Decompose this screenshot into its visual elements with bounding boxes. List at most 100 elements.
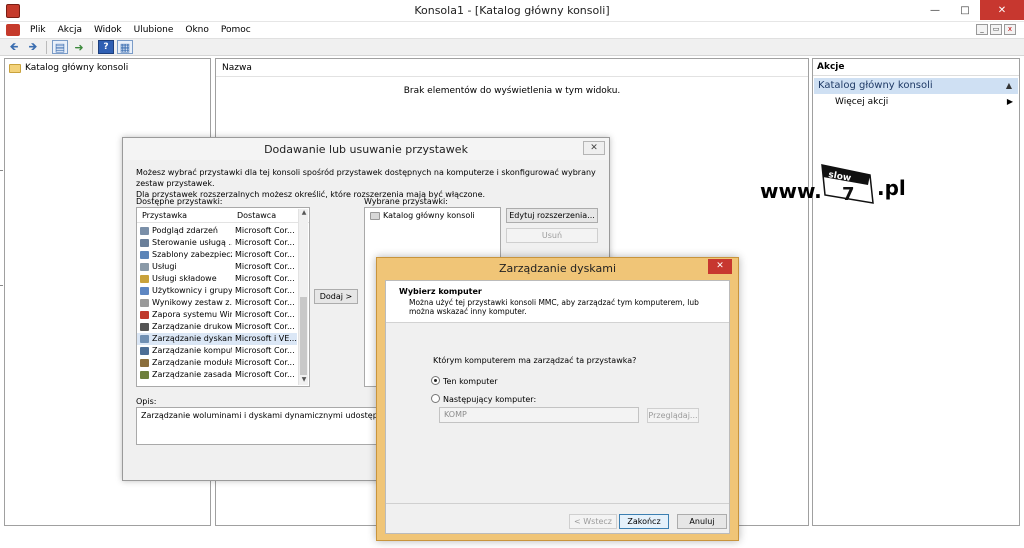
maximize-button[interactable]: □ <box>950 0 980 20</box>
scroll-down-arrow-icon[interactable]: ▼ <box>299 376 309 385</box>
radio-this-computer-label[interactable]: Ten komputer <box>443 377 498 386</box>
minimize-button[interactable]: — <box>920 0 950 20</box>
tree-item-label: Katalog główny konsoli <box>25 63 129 73</box>
menu-favorites[interactable]: Ulubione <box>128 25 180 35</box>
snapin-row[interactable]: Sterowanie usługą ... Microsoft Cor... <box>137 237 297 249</box>
snapin-name: Podgląd zdarzeń <box>152 226 218 235</box>
footer-separator <box>386 503 729 504</box>
dialog-close-button[interactable]: ✕ <box>708 259 732 274</box>
logo-box-number: 7 <box>842 184 855 205</box>
snapin-vendor: Microsoft Cor... <box>235 298 295 307</box>
dialog-title: Zarządzanie dyskami <box>498 262 616 275</box>
child-close-button[interactable]: x <box>1004 24 1016 35</box>
more-actions-link[interactable]: Więcej akcji <box>835 97 888 107</box>
snapin-icon <box>140 239 149 247</box>
menu-view[interactable]: Widok <box>88 25 128 35</box>
snapin-name: Sterowanie usługą ... <box>152 238 232 247</box>
snapin-icon <box>140 227 149 235</box>
snapin-row[interactable]: Zarządzanie drukow... Microsoft Cor... <box>137 321 297 333</box>
snapin-row[interactable]: Usługi Microsoft Cor... <box>137 261 297 273</box>
snapin-icon <box>140 371 149 379</box>
help-icon[interactable]: ? <box>98 40 114 54</box>
available-snapins-list[interactable]: Przystawka Dostawca Podgląd zdarzeń Micro… <box>136 207 310 387</box>
snapin-name: Zarządzanie moduła... <box>152 358 232 367</box>
back-button[interactable]: < Wstecz <box>569 514 617 529</box>
selected-snapins-label: Wybrane przystawki: <box>364 197 448 206</box>
snapin-vendor: Microsoft Cor... <box>235 322 295 331</box>
snapin-row[interactable]: Użytkownicy i grupy... Microsoft Cor... <box>137 285 297 297</box>
cancel-button[interactable]: Anuluj <box>677 514 727 529</box>
menu-file[interactable]: Plik <box>24 25 52 35</box>
snapin-vendor: Microsoft Cor... <box>235 262 295 271</box>
snapin-name: Zarządzanie zasada... <box>152 370 232 379</box>
forward-arrow-icon[interactable]: 🡺 <box>25 40 41 54</box>
intro-line: Możesz wybrać przystawki dla tej konsoli… <box>136 168 596 188</box>
snapin-row[interactable]: Zarządzanie moduła...Microsoft Cor... <box>137 357 297 369</box>
snapin-row[interactable]: Zarządzanie komput...Microsoft Cor... <box>137 345 297 357</box>
snapin-vendor: Microsoft Cor... <box>235 250 295 259</box>
submenu-arrow-icon: ▶ <box>1006 97 1013 106</box>
child-restore-button[interactable]: ▭ <box>990 24 1002 35</box>
snapin-icon <box>140 359 149 367</box>
snapin-vendor: Microsoft Cor... <box>235 226 295 235</box>
collapse-arrow-icon[interactable]: ▲ <box>1006 81 1012 90</box>
add-snapin-button[interactable]: Dodaj > <box>314 289 358 304</box>
empty-view-message: Brak elementów do wyświetlenia w tym wid… <box>403 86 621 96</box>
menu-bar: Plik Akcja Widok Ulubione Okno Pomoc _ ▭… <box>0 22 1024 38</box>
close-button[interactable]: ✕ <box>980 0 1024 20</box>
tree-item-console-root[interactable]: Katalog główny konsoli <box>9 63 128 73</box>
snapin-row[interactable]: Podgląd zdarzeń Microsoft Cor... <box>137 225 297 237</box>
snapin-row[interactable]: Usługi składowe Microsoft Cor... <box>137 273 297 285</box>
edit-extensions-button[interactable]: Edytuj rozszerzenia... <box>506 208 598 223</box>
browse-button[interactable]: Przeglądaj... <box>647 408 699 423</box>
snapin-name: Zarządzanie drukow... <box>152 322 232 331</box>
snapin-name: Zarządzanie komput... <box>152 346 232 355</box>
snapin-name: Szablony zabezpieczeń <box>152 250 232 259</box>
toolbar-separator <box>92 40 93 54</box>
title-bar: Konsola1 - [Katalog główny konsoli] — □ … <box>0 0 1024 22</box>
snapin-vendor: Microsoft i VE... <box>235 334 297 343</box>
snapin-icon <box>140 251 149 259</box>
window-title: Konsola1 - [Katalog główny konsoli] <box>414 4 610 17</box>
snapin-icon <box>140 347 149 355</box>
snapin-row[interactable]: Szablony zabezpieczeńMicrosoft Cor... <box>137 249 297 261</box>
column-header-vendor[interactable]: Dostawca <box>237 211 276 220</box>
radio-other-computer-label[interactable]: Następujący komputer: <box>443 395 536 404</box>
show-hide-action-pane-icon[interactable]: ▦ <box>117 40 133 54</box>
column-header-snapin[interactable]: Przystawka <box>142 211 187 220</box>
export-list-icon[interactable]: ➜ <box>71 40 87 54</box>
back-arrow-icon[interactable]: 🡸 <box>6 40 22 54</box>
list-scrollbar[interactable]: ▲ ▼ <box>298 209 308 385</box>
wizard-header: Wybierz komputer Można użyć tej przystaw… <box>386 281 729 323</box>
snapin-name: Zapora systemu Win... <box>152 310 232 319</box>
scroll-thumb[interactable] <box>300 297 307 375</box>
edge-mark <box>0 170 3 171</box>
edge-mark <box>0 285 3 286</box>
snapin-name: Użytkownicy i grupy... <box>152 286 232 295</box>
snapin-row[interactable]: Zarządzanie zasada... Microsoft Cor... <box>137 369 297 381</box>
show-hide-tree-icon[interactable]: ▤ <box>52 40 68 54</box>
dialog-close-button[interactable]: ✕ <box>583 141 605 155</box>
radio-other-computer[interactable] <box>431 394 440 403</box>
remove-snapin-button[interactable]: Usuń <box>506 228 598 243</box>
wizard-header-text: Można użyć tej przystawki konsoli MMC, a… <box>409 298 699 316</box>
folder-icon <box>370 211 380 220</box>
snapin-row[interactable]: Zapora systemu Win...Microsoft Cor... <box>137 309 297 321</box>
available-snapins-label: Dostępne przystawki: <box>136 197 223 206</box>
snapin-vendor: Microsoft Cor... <box>235 370 295 379</box>
computer-name-input[interactable]: KOMP <box>439 407 639 423</box>
radio-this-computer[interactable] <box>431 376 440 385</box>
menu-action[interactable]: Akcja <box>52 25 88 35</box>
logo-box-graphic: slow 7 <box>821 164 874 205</box>
menu-window[interactable]: Okno <box>179 25 215 35</box>
selected-snapin-item[interactable]: Katalog główny konsoli <box>370 211 475 220</box>
child-minimize-button[interactable]: _ <box>976 24 988 35</box>
snapin-row[interactable]: Zarządzanie dyskami Microsoft i VE... <box>137 333 297 345</box>
snapin-row[interactable]: Wynikowy zestaw z... Microsoft Cor... <box>137 297 297 309</box>
finish-button[interactable]: Zakończ <box>619 514 669 529</box>
menu-help[interactable]: Pomoc <box>215 25 257 35</box>
actions-section-console-root[interactable]: Katalog główny konsoli ▲ <box>814 78 1018 94</box>
column-header-name[interactable]: Nazwa <box>216 59 808 77</box>
scroll-up-arrow-icon[interactable]: ▲ <box>299 209 309 218</box>
console-menu-icon[interactable] <box>6 24 20 36</box>
